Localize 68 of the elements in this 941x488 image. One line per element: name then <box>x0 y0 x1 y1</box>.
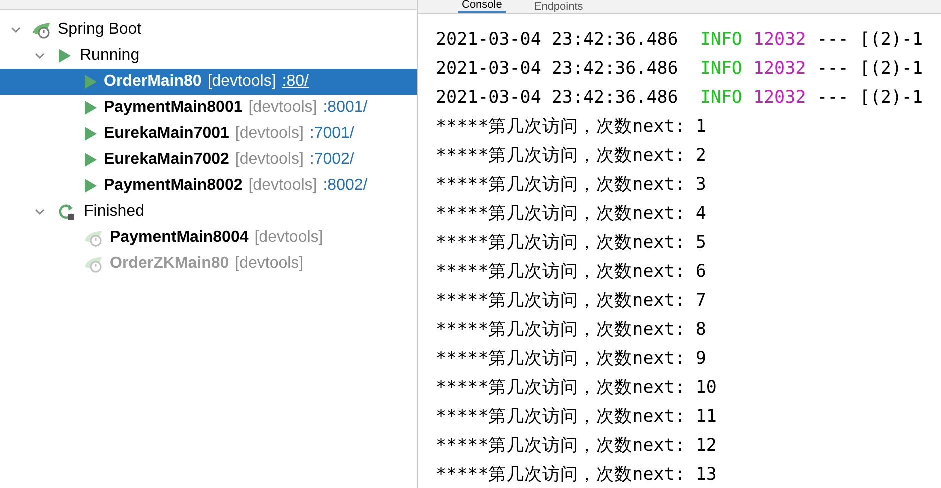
rerun-icon <box>58 203 76 221</box>
devtools-tag: [devtools] <box>248 174 318 198</box>
console-line: *****第几次访问，次数next: 11 <box>436 406 717 429</box>
app-name: PaymentMain8004 <box>110 228 249 248</box>
root-label[interactable]: Spring Boot <box>58 18 142 42</box>
console-line: *****第几次访问，次数next: 7 <box>436 290 706 313</box>
log-separator: --- <box>817 58 849 81</box>
thread-name: [(2)-1 <box>860 29 923 52</box>
run-configuration-item[interactable]: PaymentMain8002 [devtools] :8002/ <box>0 173 417 199</box>
console-line: *****第几次访问，次数next: 5 <box>436 232 706 255</box>
process-id: 12032 <box>753 29 806 52</box>
group-label[interactable]: Running <box>80 44 140 68</box>
console-line: *****第几次访问，次数next: 1 <box>436 116 706 139</box>
process-id: 12032 <box>753 87 806 110</box>
devtools-tag: [devtools] <box>254 226 324 250</box>
process-id: 12032 <box>753 58 806 81</box>
log-separator: --- <box>817 29 849 52</box>
console-line: *****第几次访问，次数next: 3 <box>436 174 706 197</box>
port-link[interactable]: :80/ <box>282 70 309 94</box>
app-name: PaymentMain8001 <box>104 98 243 118</box>
devtools-tag: [devtools] <box>248 96 318 120</box>
devtools-tag: [devtools] <box>235 148 304 172</box>
thread-name: [(2)-1 <box>860 87 923 110</box>
app-name: PaymentMain8002 <box>104 176 243 196</box>
devtools-tag: [devtools] <box>235 252 304 276</box>
console-line: *****第几次访问，次数next: 10 <box>436 377 717 400</box>
play-icon <box>84 74 98 90</box>
log-timestamp: 2021-03-04 23:42:36.486 <box>436 87 678 110</box>
leaf-gear-icon <box>84 229 104 247</box>
app-name: EurekaMain7001 <box>104 124 230 144</box>
thread-name: [(2)-1 <box>860 58 923 81</box>
play-icon <box>84 126 98 142</box>
log-timestamp: 2021-03-04 23:42:36.486 <box>436 58 678 81</box>
play-icon <box>58 48 72 64</box>
console-line: *****第几次访问，次数next: 6 <box>436 261 706 284</box>
port-link[interactable]: :7001/ <box>310 122 354 146</box>
run-configuration-item[interactable]: PaymentMain8001 [devtools] :8001/ <box>0 95 417 121</box>
app-name: OrderMain80 <box>104 72 202 92</box>
log-level: INFO <box>700 87 742 110</box>
play-icon <box>84 152 98 168</box>
log-separator: --- <box>817 87 849 110</box>
log-timestamp: 2021-03-04 23:42:36.486 <box>436 29 678 52</box>
console-line: *****第几次访问，次数next: 4 <box>436 203 706 226</box>
leaf-gear-icon <box>32 21 52 39</box>
port-link[interactable]: :8002/ <box>323 174 368 198</box>
run-configuration-item[interactable]: EurekaMain7002 [devtools] :7002/ <box>0 147 417 173</box>
play-icon <box>84 178 98 194</box>
console-tab[interactable]: Endpoints <box>530 1 588 13</box>
console-line: *****第几次访问，次数next: 9 <box>436 348 706 371</box>
run-configuration-item[interactable]: OrderMain80 [devtools] :80/ <box>0 69 417 95</box>
port-link[interactable]: :7002/ <box>310 148 354 172</box>
console-line: *****第几次访问，次数next: 8 <box>436 319 706 342</box>
devtools-tag: [devtools] <box>235 122 304 146</box>
log-level: INFO <box>700 58 742 81</box>
log-level: INFO <box>700 29 742 52</box>
run-configuration-item[interactable]: EurekaMain7001 [devtools] :7001/ <box>0 121 417 147</box>
console-line: *****第几次访问，次数next: 12 <box>436 435 717 458</box>
app-name: EurekaMain7002 <box>104 150 230 170</box>
group-label[interactable]: Finished <box>84 200 144 224</box>
port-link[interactable]: :8001/ <box>323 96 368 120</box>
console-tab[interactable]: Console <box>458 0 506 13</box>
console-line: *****第几次访问，次数next: 13 <box>436 464 717 487</box>
console-line: *****第几次访问，次数next: 2 <box>436 145 706 168</box>
devtools-tag: [devtools] <box>208 70 276 94</box>
run-configuration-item[interactable]: PaymentMain8004 [devtools] <box>0 225 417 251</box>
app-name: OrderZKMain80 <box>110 254 230 274</box>
leaf-gear-icon <box>84 255 104 273</box>
play-icon <box>84 100 98 116</box>
